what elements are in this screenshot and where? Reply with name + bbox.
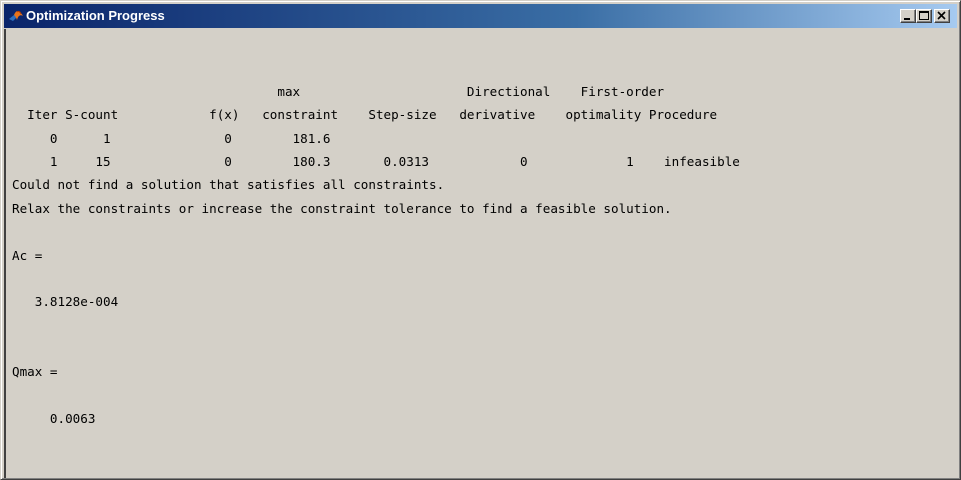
console-line: Iter S-count f(x) constraint Step-size d… [12, 107, 718, 123]
optimization-progress-window: Optimization Progress max Directional Fi… [0, 0, 961, 480]
console-line: Relax the constraints or increase the co… [12, 200, 672, 216]
close-icon [937, 11, 946, 20]
matlab-icon [8, 8, 24, 24]
console-line: 1 15 0 180.3 0.0313 0 1 infeasible [12, 153, 740, 169]
console-line: Qmax = [12, 364, 58, 380]
window-title: Optimization Progress [26, 8, 165, 23]
console-text: max Directional First-order Iter S-count… [12, 33, 740, 477]
console-line: 0.0063 [12, 411, 96, 427]
console-output-area[interactable]: max Directional First-order Iter S-count… [4, 29, 957, 478]
minimize-icon [904, 18, 910, 20]
console-line: max Directional First-order [12, 83, 665, 99]
title-bar[interactable]: Optimization Progress [4, 4, 957, 28]
minimize-button[interactable] [900, 9, 916, 23]
console-line: Ac = [12, 247, 43, 263]
console-line: Could not find a solution that satisfies… [12, 177, 445, 193]
close-button[interactable] [934, 9, 950, 23]
maximize-button[interactable] [916, 9, 932, 23]
maximize-icon [919, 11, 929, 20]
console-line: 0 1 0 181.6 [12, 130, 331, 146]
console-line: 3.8128e-004 [12, 294, 119, 310]
